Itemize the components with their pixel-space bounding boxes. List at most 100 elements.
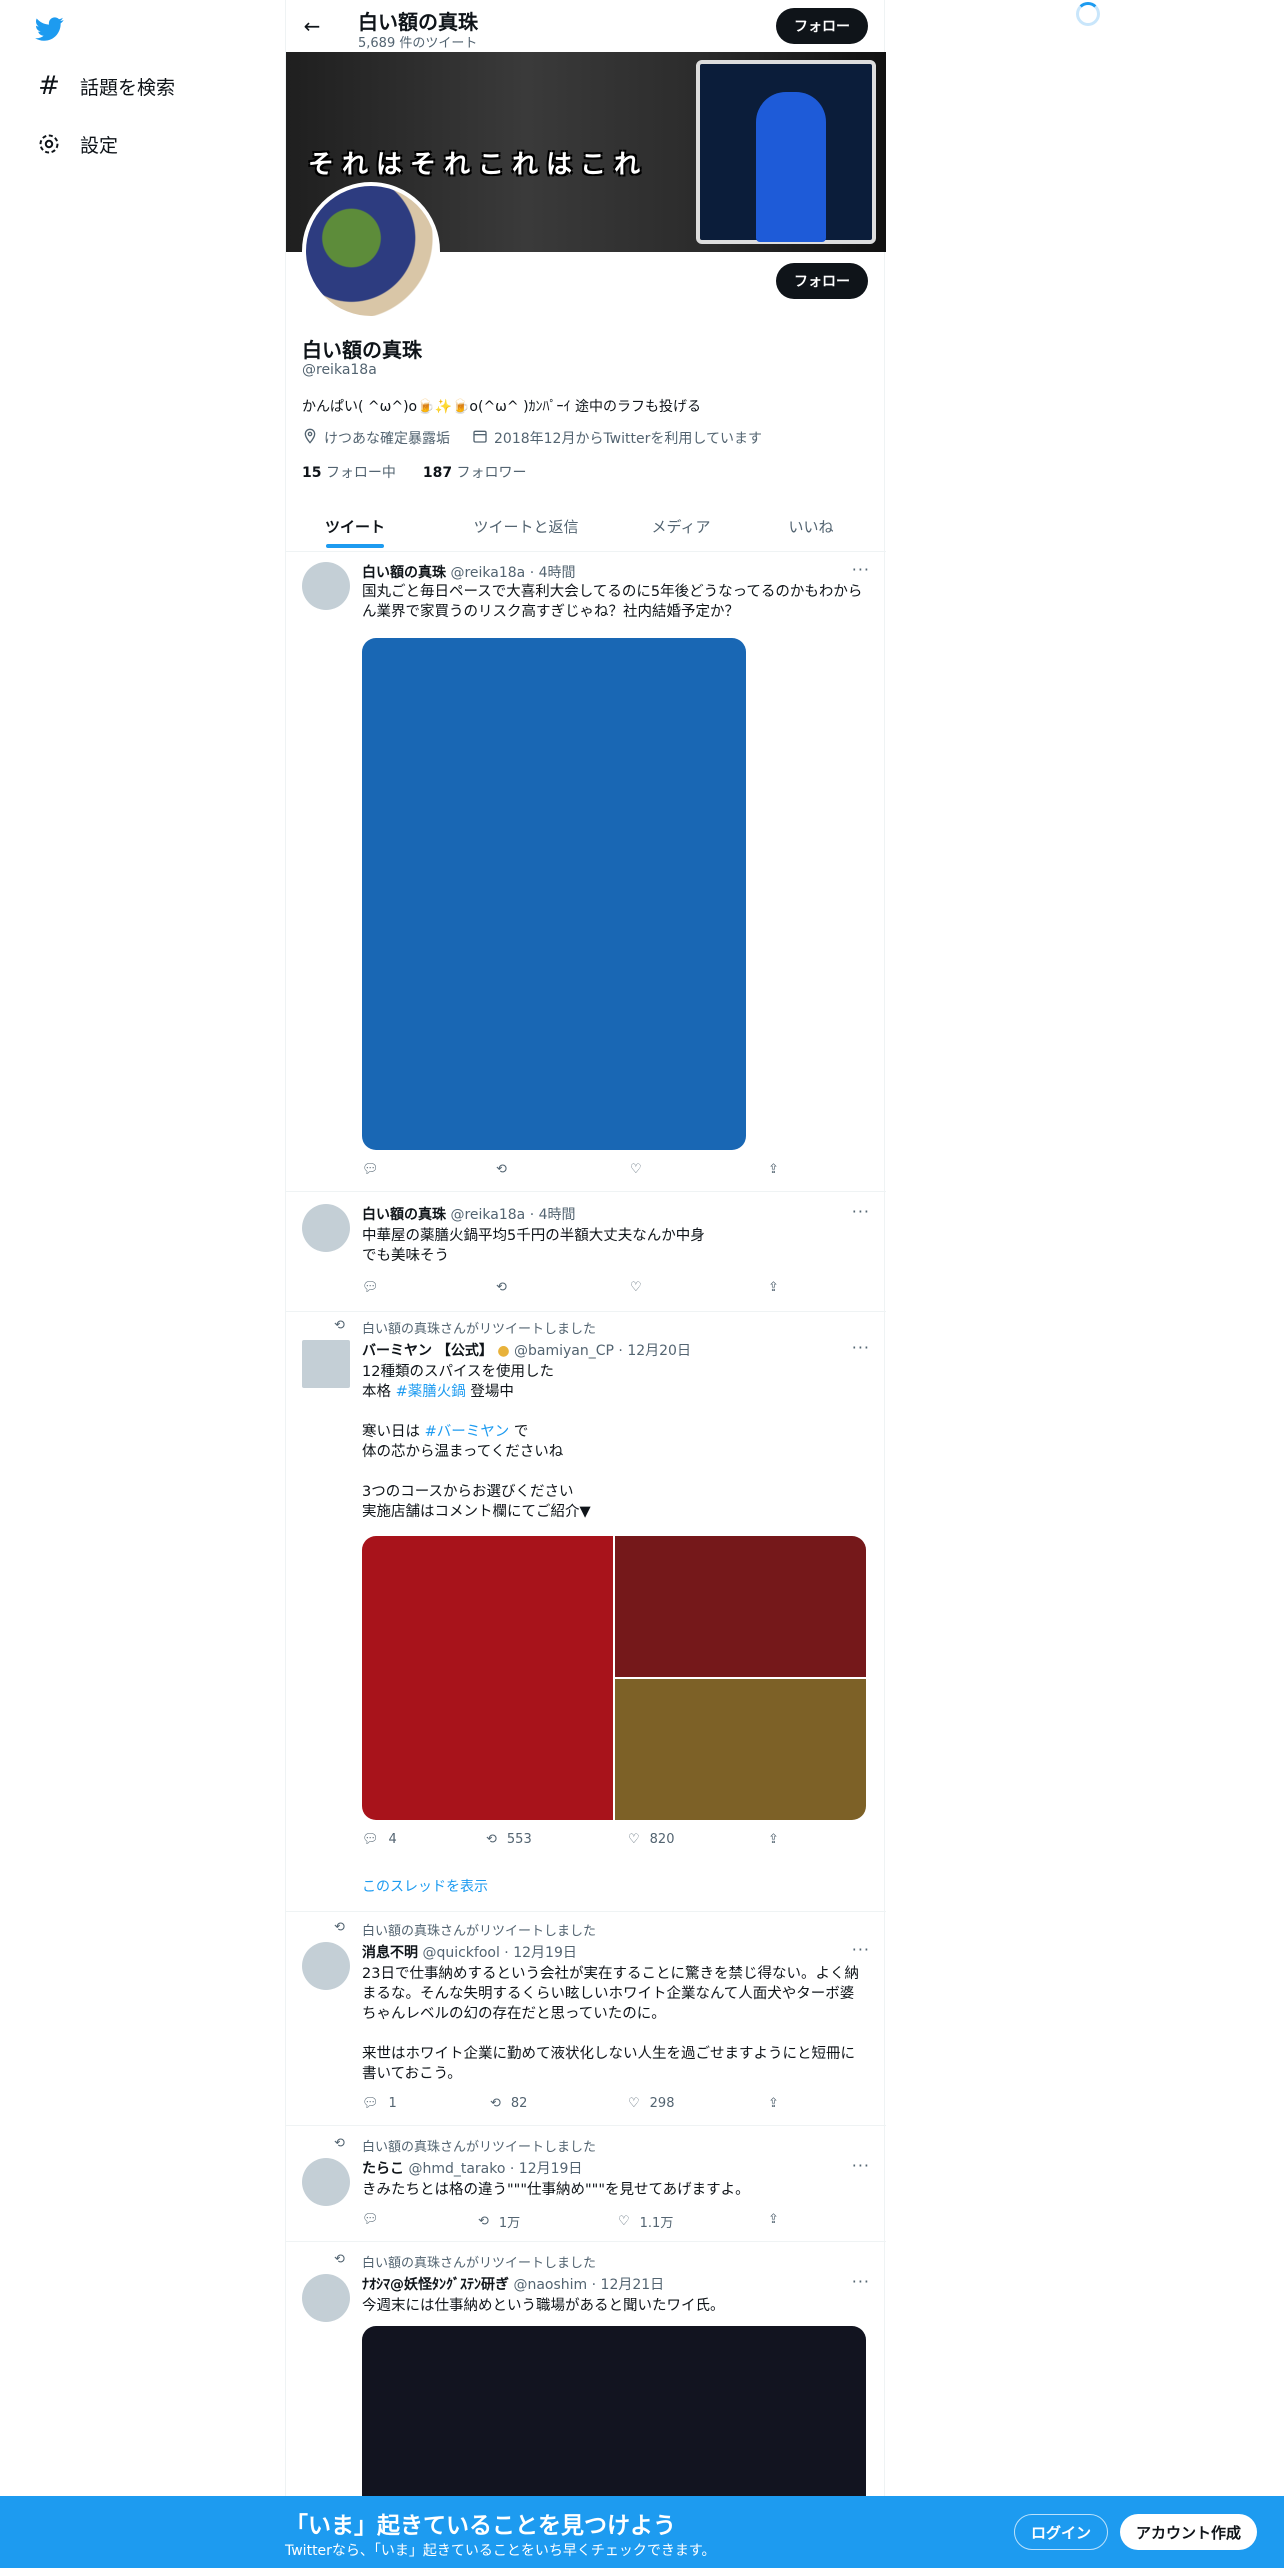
followers-link[interactable]: 187 フォロワー: [423, 465, 527, 481]
profile-avatar[interactable]: [302, 182, 440, 320]
more-options-icon[interactable]: ···: [852, 2156, 870, 2175]
tweet-header: たらこ @hmd_tarako · 12月19日: [362, 2161, 583, 2177]
profile-follow-button[interactable]: フォロー: [776, 263, 868, 299]
tweet-time[interactable]: 4時間: [539, 565, 576, 581]
tweet-author-name[interactable]: 消息不明: [362, 1945, 418, 1961]
heart-icon: ♡: [630, 1280, 642, 1295]
more-options-icon[interactable]: ···: [852, 2272, 870, 2291]
retweet-label[interactable]: 白い額の真珠さんがリツイートしました: [362, 2252, 596, 2271]
tweet-media-image: [362, 638, 746, 1150]
retweet-button[interactable]: ⟲: [496, 1280, 507, 1295]
tweet-header: 白い額の真珠 @reika18a · 4時間: [362, 565, 576, 581]
share-button[interactable]: ⇪: [768, 2212, 779, 2227]
retweet-icon: ⟲: [486, 1832, 497, 1847]
tweet-media-image[interactable]: [615, 1536, 866, 1677]
profile-meta: けつあな確定暴露垢 2018年12月からTwitterを利用しています: [302, 428, 762, 448]
tweet[interactable]: ⟲ 白い額の真珠さんがリツイートしました バーミヤン 【公式】 ● @bamiy…: [286, 1312, 886, 1912]
tweet-author-handle: @naoshim: [513, 2277, 588, 2293]
tweet-avatar[interactable]: [302, 1204, 350, 1252]
tweet-time[interactable]: 12月19日: [513, 1945, 577, 1961]
reply-button[interactable]: 💬︎ 1: [362, 2096, 397, 2111]
calendar-icon: [472, 428, 488, 448]
retweet-button[interactable]: ⟲ 1万: [478, 2212, 520, 2231]
tweet-header: バーミヤン 【公式】 ● @bamiyan_CP · 12月20日: [362, 1343, 691, 1359]
like-button[interactable]: ♡: [630, 1162, 642, 1177]
tweet-author-name[interactable]: 白い額の真珠: [362, 565, 446, 581]
login-button[interactable]: ログイン: [1014, 2514, 1109, 2550]
tweet-media-image[interactable]: [615, 1679, 866, 1820]
share-button[interactable]: ⇪: [768, 1832, 779, 1847]
tweet-time[interactable]: 12月19日: [519, 2161, 583, 2177]
reply-button[interactable]: 💬︎: [362, 1280, 379, 1295]
back-arrow-icon[interactable]: ←: [300, 14, 324, 38]
profile-handle: @reika18a: [302, 362, 377, 378]
tweet[interactable]: ⟲ 白い額の真珠さんがリツイートしました たらこ @hmd_tarako · 1…: [286, 2126, 886, 2242]
retweet-button[interactable]: ⟲ 553: [486, 1832, 532, 1847]
reply-button[interactable]: 💬︎: [362, 1162, 379, 1177]
like-button[interactable]: ♡ 298: [628, 2096, 674, 2111]
signup-button[interactable]: アカウント作成: [1120, 2514, 1258, 2550]
retweet-button[interactable]: ⟲ 82: [490, 2096, 527, 2111]
reply-button[interactable]: 💬︎ 4: [362, 1832, 397, 1847]
show-thread-link[interactable]: このスレッドを表示: [362, 1876, 488, 1896]
tweet-author-name[interactable]: ﾅｵｼﾏ@妖怪ﾀﾝｸﾞｽﾃﾝ研ぎ: [362, 2277, 509, 2293]
retweet-count: 82: [510, 2096, 528, 2111]
tweet-time[interactable]: 4時間: [539, 1207, 576, 1223]
nav-explore[interactable]: # 話題を検索: [36, 66, 175, 106]
loading-spinner-icon: [1076, 2, 1100, 26]
more-options-icon[interactable]: ···: [852, 560, 870, 579]
retweet-label[interactable]: 白い額の真珠さんがリツイートしました: [362, 2136, 596, 2155]
hashtag-link[interactable]: #薬膳火鍋: [396, 1384, 466, 1400]
tweet-author-name[interactable]: たらこ: [362, 2161, 404, 2177]
reply-button[interactable]: 💬︎: [362, 2212, 379, 2227]
like-button[interactable]: ♡ 1.1万: [618, 2212, 673, 2231]
tab-media[interactable]: メディア: [616, 500, 746, 552]
tweet-text: 今週末には仕事納めという職場があると聞いたワイ氏。: [362, 2298, 725, 2314]
left-nav: # 話題を検索 設定: [0, 0, 285, 2568]
more-options-icon[interactable]: ···: [852, 1202, 870, 1221]
like-button[interactable]: ♡ 820: [628, 1832, 674, 1847]
twitter-logo-icon[interactable]: [34, 14, 64, 44]
tweet-avatar[interactable]: [302, 562, 350, 610]
tweet-actions: 💬︎ 4 ⟲ 553 ♡ 820 ⇪: [362, 1832, 802, 1852]
tweet-time[interactable]: 12月21日: [601, 2277, 665, 2293]
tweet-avatar[interactable]: [302, 1340, 350, 1388]
share-button[interactable]: ⇪: [768, 1280, 779, 1295]
like-button[interactable]: ♡: [630, 1280, 642, 1295]
tweet-author-name[interactable]: 白い額の真珠: [362, 1207, 446, 1223]
more-options-icon[interactable]: ···: [852, 1940, 870, 1959]
like-count: 1.1万: [639, 2216, 674, 2231]
tweet-author-name[interactable]: バーミヤン 【公式】: [362, 1343, 493, 1359]
tweet-actions: 💬︎ 1 ⟲ 82 ♡ 298 ⇪: [362, 2096, 802, 2116]
tweet-time[interactable]: 12月20日: [627, 1343, 691, 1359]
following-link[interactable]: 15 フォロー中: [302, 465, 396, 481]
tweet-text-line: 実施店舗はコメント欄にてご紹介▼: [362, 1504, 591, 1520]
hashtag-link[interactable]: #バーミヤン: [425, 1424, 510, 1440]
retweet-label[interactable]: 白い額の真珠さんがリツイートしました: [362, 1318, 596, 1337]
tweet[interactable]: ⟲ 白い額の真珠さんがリツイートしました 消息不明 @quickfool · 1…: [286, 1912, 886, 2126]
tweet-text: 23日で仕事納めするという会社が実在することに驚きを禁じ得ない。よく納まるな。そ…: [362, 1966, 859, 2082]
retweet-icon: ⟲: [478, 2214, 489, 2229]
more-options-icon[interactable]: ···: [852, 1338, 870, 1357]
retweet-label[interactable]: 白い額の真珠さんがリツイートしました: [362, 1920, 596, 1939]
tweet-avatar[interactable]: [302, 2158, 350, 2206]
tweet-avatar[interactable]: [302, 1942, 350, 1990]
share-button[interactable]: ⇪: [768, 1162, 779, 1177]
tweet[interactable]: 白い額の真珠 @reika18a · 4時間 ··· 中華屋の薬膳火鍋平均5千円…: [286, 1192, 886, 1312]
followers-count: 187: [422, 465, 453, 481]
tweet-media[interactable]: [362, 638, 746, 1150]
retweet-button[interactable]: ⟲: [496, 1162, 507, 1177]
tab-tweets-replies[interactable]: ツイートと返信: [436, 500, 616, 552]
hashtag-icon: #: [38, 71, 60, 101]
header-follow-button[interactable]: フォロー: [776, 8, 868, 44]
tweet[interactable]: 白い額の真珠 @reika18a · 4時間 ··· 国丸ごと毎日ペースで大喜利…: [286, 552, 886, 1192]
tweet-avatar[interactable]: [302, 2274, 350, 2322]
profile-column: ← 白い額の真珠 5,689 件のツイート フォロー それはそれこれはこれ フォ…: [285, 0, 886, 2568]
tab-likes[interactable]: いいね: [746, 500, 876, 552]
tweet-media-image[interactable]: [362, 1536, 613, 1820]
signup-banner-title: 「いま」起きていることを見つけよう: [285, 2513, 676, 2539]
nav-settings[interactable]: 設定: [36, 124, 118, 164]
tweet[interactable]: ⟲ 白い額の真珠さんがリツイートしました ﾅｵｼﾏ@妖怪ﾀﾝｸﾞｽﾃﾝ研ぎ @n…: [286, 2242, 886, 2526]
share-button[interactable]: ⇪: [768, 2096, 779, 2111]
verified-badge-icon: ●: [497, 1343, 510, 1359]
